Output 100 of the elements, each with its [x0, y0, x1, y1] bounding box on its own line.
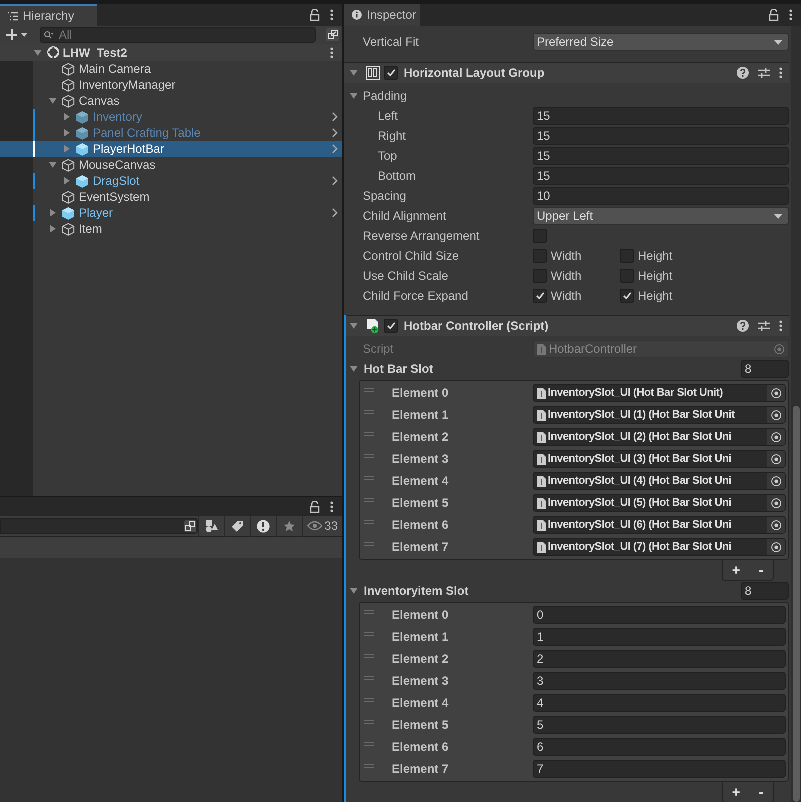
tree-item[interactable]: Player — [0, 205, 342, 221]
star-icon[interactable] — [282, 520, 296, 532]
expanded-arrow-icon[interactable] — [34, 48, 42, 56]
dropdown[interactable]: Upper Left — [533, 207, 789, 225]
scene-header[interactable]: LHW_Test2 — [0, 44, 342, 61]
checkbox[interactable] — [384, 66, 398, 80]
drag-handle-icon[interactable] — [364, 498, 374, 502]
tree-item[interactable]: DragSlot — [0, 173, 342, 189]
drag-handle-icon[interactable] — [364, 410, 374, 414]
component-header[interactable]: Hotbar Controller (Script) — [344, 315, 789, 336]
expanded-arrow-icon[interactable] — [350, 587, 358, 595]
sliders-icon[interactable] — [758, 320, 770, 332]
drag-handle-icon[interactable] — [364, 764, 374, 768]
target-icon[interactable] — [770, 542, 782, 552]
size-field[interactable]: 8 — [741, 582, 789, 600]
drag-handle-icon[interactable] — [364, 476, 374, 480]
search-field[interactable] — [0, 518, 198, 534]
add-button[interactable]: + — [732, 560, 740, 580]
lock-icon[interactable] — [769, 9, 779, 21]
number-field[interactable]: 2 — [533, 650, 786, 668]
size-field[interactable]: 8 — [741, 360, 789, 378]
drag-handle-icon[interactable] — [364, 610, 374, 614]
drag-handle-icon[interactable] — [364, 632, 374, 636]
drag-handle-icon[interactable] — [364, 720, 374, 724]
number-field[interactable]: 3 — [533, 672, 786, 690]
more-icon[interactable] — [330, 500, 334, 512]
expanded-arrow-icon[interactable] — [350, 365, 358, 373]
number-field[interactable]: 10 — [533, 187, 789, 205]
help-icon[interactable] — [737, 320, 749, 332]
more-icon[interactable] — [779, 67, 783, 79]
tree-item[interactable]: Item — [0, 221, 342, 237]
target-icon[interactable] — [770, 454, 782, 464]
target-icon[interactable] — [770, 498, 782, 508]
expanded-arrow-icon[interactable] — [350, 92, 358, 100]
add-button[interactable]: + — [732, 782, 740, 802]
more-icon[interactable] — [330, 46, 334, 58]
tree-item[interactable]: PlayerHotBar — [0, 141, 342, 157]
object-field[interactable]: InventorySlot_UI (Hot Bar Slot Unit) — [533, 384, 786, 402]
drag-handle-icon[interactable] — [364, 654, 374, 658]
object-field[interactable]: InventorySlot_UI (6) (Hot Bar Slot Uni — [533, 516, 786, 534]
number-field[interactable]: 6 — [533, 738, 786, 756]
tag-icon[interactable] — [230, 520, 244, 532]
picker-icon[interactable] — [184, 520, 197, 532]
checkbox[interactable] — [533, 289, 547, 303]
number-field[interactable]: 7 — [533, 760, 786, 778]
warning-icon[interactable] — [256, 520, 270, 532]
tree-item[interactable]: MouseCanvas — [0, 157, 342, 173]
target-icon[interactable] — [770, 410, 782, 420]
search-field[interactable]: All — [40, 27, 316, 43]
collapsed-arrow-icon[interactable] — [63, 177, 71, 185]
object-field[interactable]: InventorySlot_UI (7) (Hot Bar Slot Uni — [533, 538, 786, 556]
object-field[interactable]: InventorySlot_UI (2) (Hot Bar Slot Uni — [533, 428, 786, 446]
drag-handle-icon[interactable] — [364, 542, 374, 546]
shapes-icon[interactable] — [204, 520, 218, 532]
inspector-tab[interactable]: Inspector — [344, 4, 420, 26]
checkbox[interactable] — [620, 269, 634, 283]
checkbox[interactable] — [620, 249, 634, 263]
more-icon[interactable] — [789, 9, 793, 21]
chevron-right-icon[interactable] — [332, 176, 338, 186]
target-icon[interactable] — [770, 432, 782, 442]
scrollbar-thumb[interactable] — [793, 406, 800, 802]
component-header[interactable]: Horizontal Layout Group — [344, 62, 789, 83]
checkbox[interactable] — [533, 249, 547, 263]
object-field[interactable]: InventorySlot_UI (1) (Hot Bar Slot Unit — [533, 406, 786, 424]
hierarchy-tab[interactable]: Hierarchy — [0, 4, 97, 26]
number-field[interactable]: 15 — [533, 147, 789, 165]
more-icon[interactable] — [330, 9, 334, 21]
number-field[interactable]: 15 — [533, 167, 789, 185]
tree-item[interactable]: EventSystem — [0, 189, 342, 205]
remove-button[interactable]: - — [759, 560, 764, 580]
number-field[interactable]: 5 — [533, 716, 786, 734]
object-field[interactable]: InventorySlot_UI (4) (Hot Bar Slot Uni — [533, 472, 786, 490]
dropdown[interactable]: Preferred Size — [533, 33, 789, 51]
sliders-icon[interactable] — [758, 67, 770, 79]
object-field[interactable]: InventorySlot_UI (5) (Hot Bar Slot Uni — [533, 494, 786, 512]
expanded-arrow-icon[interactable] — [350, 322, 358, 330]
tree-item[interactable]: Canvas — [0, 93, 342, 109]
chevron-right-icon[interactable] — [332, 208, 338, 218]
target-icon[interactable] — [770, 476, 782, 486]
expanded-arrow-icon[interactable] — [49, 97, 57, 105]
number-field[interactable]: 15 — [533, 127, 789, 145]
lock-icon[interactable] — [310, 500, 320, 512]
expanded-arrow-icon[interactable] — [350, 69, 358, 77]
drag-handle-icon[interactable] — [364, 676, 374, 680]
number-field[interactable]: 1 — [533, 628, 786, 646]
checkbox[interactable] — [384, 319, 398, 333]
target-icon[interactable] — [770, 388, 782, 398]
drag-handle-icon[interactable] — [364, 742, 374, 746]
padding-foldout[interactable]: Padding — [350, 87, 533, 105]
lock-icon[interactable] — [310, 9, 320, 21]
picker-icon[interactable] — [326, 28, 340, 42]
list-foldout[interactable]: Inventoryitem Slot — [350, 582, 741, 600]
drag-handle-icon[interactable] — [364, 432, 374, 436]
expanded-arrow-icon[interactable] — [49, 161, 57, 169]
more-icon[interactable] — [779, 320, 783, 332]
help-icon[interactable] — [737, 67, 749, 79]
checkbox[interactable] — [620, 289, 634, 303]
checkbox[interactable] — [533, 269, 547, 283]
drag-handle-icon[interactable] — [364, 388, 374, 392]
list-foldout[interactable]: Hot Bar Slot — [350, 360, 741, 378]
